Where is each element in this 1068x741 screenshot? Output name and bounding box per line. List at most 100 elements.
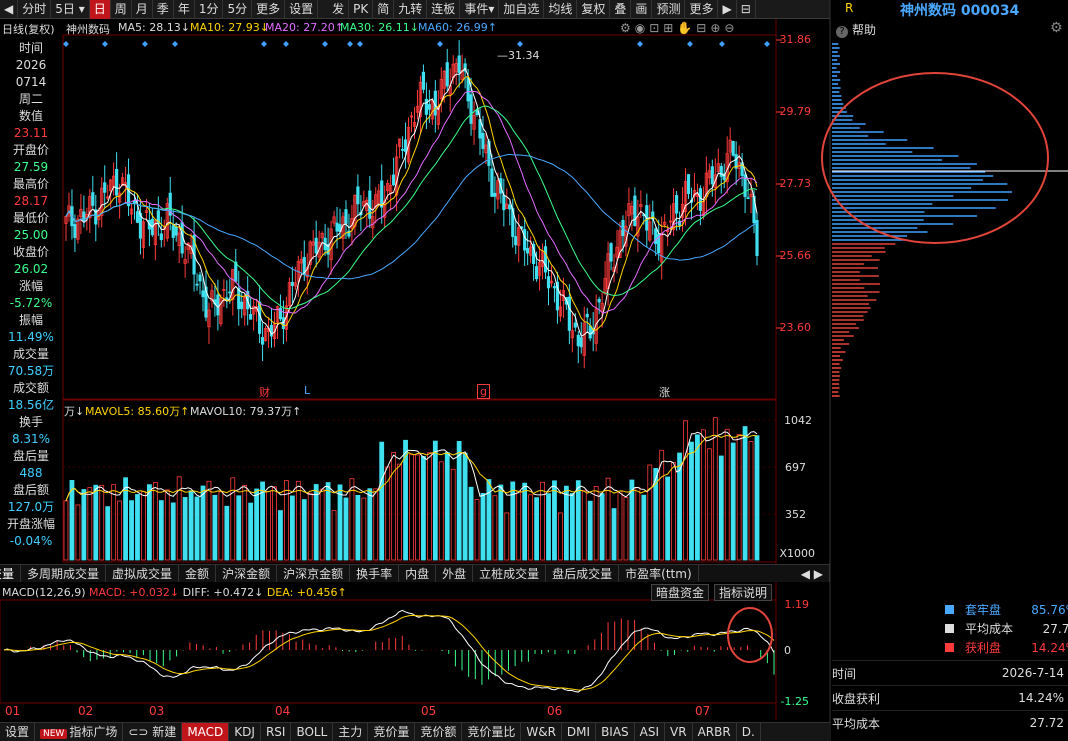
dark-pool-fund-button[interactable]: 暗盘资金 (651, 584, 710, 601)
tab-hs-amount[interactable]: 沪深金额 (216, 565, 278, 582)
new-indicator-button[interactable]: ⊂⊃ 新建 (123, 722, 183, 741)
indicator-tab-auction-volume[interactable]: 竞价量 (368, 722, 416, 741)
candle-body (481, 132, 485, 149)
marker-diamond (687, 41, 693, 47)
tab-virtual-volume[interactable]: 虚拟成交量 (106, 565, 180, 582)
event-mark-limit-up[interactable]: 涨 (659, 384, 670, 400)
x-tick: 03 (149, 704, 165, 718)
volume-bar (170, 502, 176, 561)
kline-chart[interactable] (0, 0, 1068, 741)
indicator-tab-bias[interactable]: BIAS (596, 722, 635, 741)
volume-bar (718, 455, 724, 561)
indicator-tab-arbr[interactable]: ARBR (693, 722, 737, 741)
volume-bar (444, 452, 450, 561)
event-mark-l[interactable]: L (304, 384, 310, 397)
candle-body (249, 314, 253, 320)
tabs-scroll-left[interactable]: ◀ (801, 567, 810, 581)
volume-bar (63, 500, 69, 561)
indicator-tab-kdj[interactable]: KDJ (229, 722, 261, 741)
volume-bar (516, 490, 522, 561)
volume-bar (218, 491, 224, 561)
candle-body (335, 222, 339, 232)
volume-bar (563, 485, 569, 561)
indicator-tab-auction-ratio[interactable]: 竞价量比 (462, 722, 522, 741)
tab-pe-ttm[interactable]: 市盈率(ttm) (619, 565, 699, 582)
candle-body (216, 294, 220, 316)
volume-bar (647, 464, 653, 561)
marker-diamond (63, 41, 69, 47)
dea-value: DEA: +0.456↑ (266, 586, 347, 599)
macd-value: MACD: +0.032↓ (89, 586, 180, 599)
tabs-scroll[interactable]: ◀ ▶ (795, 565, 830, 582)
tab-after-hours-volume[interactable]: 盘后成交量 (546, 565, 620, 582)
tabs-scroll-right[interactable]: ▶ (814, 567, 823, 581)
x-tick: 06 (547, 704, 563, 718)
volume-bar (129, 500, 134, 561)
tab-amount[interactable]: 金额 (179, 565, 217, 582)
volume-bar (99, 484, 105, 561)
volume-bar (236, 495, 242, 561)
tab-volume[interactable]: 成交量 (0, 565, 22, 582)
info-value: 2026-7-14 (1001, 666, 1064, 680)
marker-diamond (142, 41, 148, 47)
diff-value: DIFF: +0.472↓ (182, 586, 264, 599)
indicator-tab-more[interactable]: D. (737, 722, 761, 741)
indicator-tab-macd[interactable]: MACD (182, 722, 230, 741)
volume-tick: 1042 (784, 414, 812, 427)
volume-bar (474, 499, 480, 561)
candle-body (159, 233, 163, 241)
indicator-tab-main-force[interactable]: 主力 (333, 722, 369, 741)
volume-bar (724, 428, 730, 561)
candle-body (421, 71, 426, 90)
x-tick: 07 (695, 704, 711, 718)
tab-outer[interactable]: 外盘 (436, 565, 474, 582)
marker-diamond (102, 41, 108, 47)
indicator-tab-auction-amount[interactable]: 竞价额 (415, 722, 463, 741)
volume-bar (641, 494, 647, 561)
tab-pile-volume[interactable]: 立桩成交量 (473, 565, 547, 582)
indicator-settings-button[interactable]: 设置 (0, 722, 36, 741)
volume-bar (730, 442, 736, 561)
tab-turnover[interactable]: 换手率 (350, 565, 400, 582)
tab-inner[interactable]: 内盘 (399, 565, 437, 582)
candle-body (260, 337, 265, 345)
indicator-tab-vr[interactable]: VR (665, 722, 693, 741)
candle-body (115, 168, 119, 196)
volume-bar (700, 429, 706, 561)
indicator-square-button[interactable]: NEW 指标广场 (35, 722, 124, 741)
volume-bar (546, 493, 551, 561)
volume-bar (462, 452, 468, 561)
event-mark-g[interactable]: g (477, 384, 490, 399)
candle-body (579, 337, 583, 348)
chip-summary: 套牢盘 85.76% 平均成本 27.72 获利盘 14.24% (945, 600, 1068, 657)
trapped-swatch (945, 605, 954, 614)
volume-bar (254, 488, 260, 561)
candle-body (609, 243, 613, 262)
indicator-tab-wr[interactable]: W&R (521, 722, 562, 741)
dea-line (3, 614, 775, 691)
tab-multi-period-volume[interactable]: 多周期成交量 (21, 565, 107, 582)
candle-body (674, 195, 679, 214)
indicator-tab-asi[interactable]: ASI (635, 722, 666, 741)
volume-bar (450, 468, 456, 561)
tab-hsj-amount[interactable]: 沪深京金额 (277, 565, 351, 582)
volume-bar (313, 484, 319, 561)
volume-bar (260, 481, 265, 561)
diff-line (3, 609, 775, 693)
volume-bar (706, 448, 712, 561)
mavol10-legend: MAVOL10: 79.37万↑ (190, 405, 302, 418)
indicator-tab-dmi[interactable]: DMI (562, 722, 597, 741)
candle-body (195, 283, 199, 286)
volume-bar (593, 486, 599, 561)
volume-bar (152, 482, 158, 561)
candle-body (344, 209, 348, 224)
candle-body (588, 325, 592, 339)
indicator-tab-boll[interactable]: BOLL (291, 722, 334, 741)
event-mark-finance[interactable]: 财 (259, 384, 270, 400)
info-row-avg-cost: 平均成本 27.72 (832, 710, 1068, 735)
candle-body (534, 266, 539, 280)
volume-bar (141, 491, 146, 561)
indicator-help-button[interactable]: 指标说明 (714, 584, 773, 601)
indicator-tab-rsi[interactable]: RSI (261, 722, 292, 741)
candle-body (400, 148, 405, 151)
